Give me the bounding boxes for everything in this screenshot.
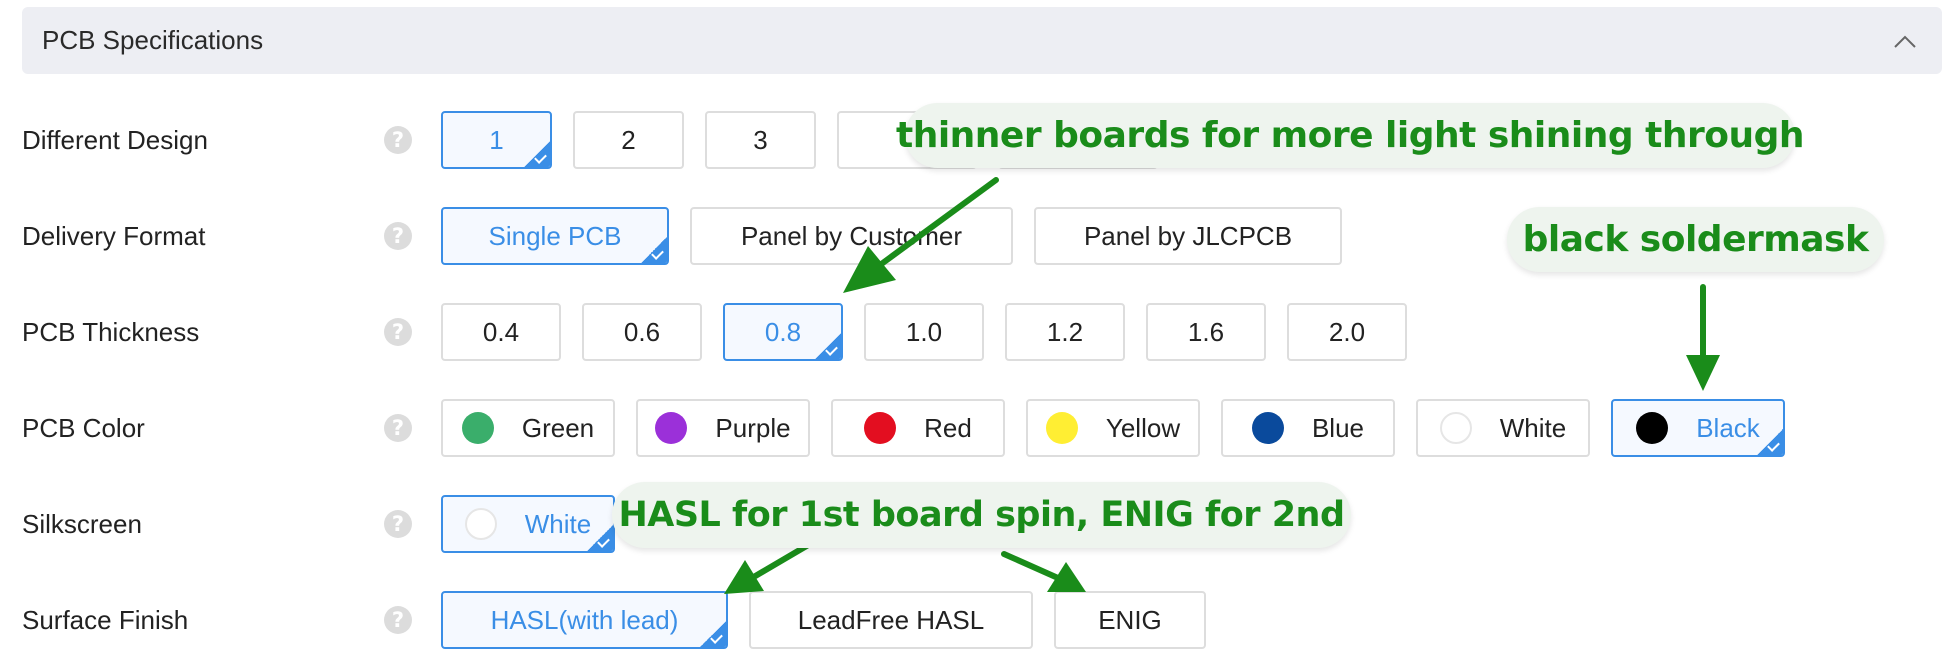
option-color-green[interactable]: Green: [441, 399, 615, 457]
option-label: Red: [924, 412, 972, 443]
row-label: Surface Finish: [22, 605, 189, 635]
option-label: 2.0: [1328, 316, 1366, 347]
option-group: White: [441, 495, 636, 553]
option-label: HASL(with lead): [490, 604, 679, 635]
option-label: Yellow: [1105, 412, 1181, 443]
row-label: Different Design: [22, 125, 208, 155]
option-leadfree-hasl[interactable]: LeadFree HASL: [749, 591, 1033, 649]
annotation-text: thinner boards for more light shining th…: [896, 115, 1805, 156]
option-thickness-1.2[interactable]: 1.2: [1005, 303, 1125, 361]
option-label: Single PCB: [488, 220, 622, 251]
option-group: 0.4 0.6 0.8 1.0 1.2 1.6 2.0: [441, 303, 1428, 361]
option-color-yellow[interactable]: Yellow: [1026, 399, 1200, 457]
question-circle-icon[interactable]: ?: [384, 318, 412, 346]
option-label: 1.2: [1046, 316, 1084, 347]
option-label: Blue: [1311, 412, 1365, 443]
option-label: Purple: [715, 412, 791, 443]
option-color-purple[interactable]: Purple: [636, 399, 810, 457]
option-color-red[interactable]: Red: [831, 399, 1005, 457]
check-corner-icon: [640, 236, 667, 263]
option-label: Panel by Customer: [740, 220, 963, 251]
option-silkscreen-white[interactable]: White: [441, 495, 615, 553]
option-hasl-with-lead[interactable]: HASL(with lead): [441, 591, 728, 649]
row-label: PCB Color: [22, 413, 145, 443]
color-swatch: [461, 412, 494, 444]
option-color-white[interactable]: White: [1416, 399, 1590, 457]
arrow-to-enig: [1001, 551, 1086, 592]
option-thickness-0.6[interactable]: 0.6: [582, 303, 702, 361]
option-label: ENIG: [1098, 604, 1162, 635]
option-design-3[interactable]: 3: [705, 111, 816, 169]
option-label: 1: [489, 124, 504, 155]
option-label: White: [1499, 412, 1567, 443]
option-label: 0.6: [623, 316, 661, 347]
option-label: LeadFree HASL: [797, 604, 985, 635]
row-surface-finish: Surface Finish ? HASL(with lead) LeadFre…: [0, 590, 1946, 650]
row-pcb-color: PCB Color ? Green Purple Red Yellow Blue…: [0, 398, 1946, 458]
row-label: Silkscreen: [22, 509, 142, 539]
row-pcb-thickness: PCB Thickness ? 0.4 0.6 0.8 1.0 1.2 1.6 …: [0, 302, 1946, 362]
question-circle-icon[interactable]: ?: [384, 222, 412, 250]
option-thickness-0.4[interactable]: 0.4: [441, 303, 561, 361]
question-circle-icon[interactable]: ?: [384, 606, 412, 634]
option-color-blue[interactable]: Blue: [1221, 399, 1395, 457]
option-label: 0.4: [482, 316, 520, 347]
option-color-black[interactable]: Black: [1611, 399, 1785, 457]
option-thickness-1.0[interactable]: 1.0: [864, 303, 984, 361]
check-corner-icon: [699, 620, 726, 647]
option-label: Green: [521, 412, 595, 443]
color-swatch: [1439, 412, 1472, 444]
check-corner-icon: [1756, 428, 1783, 455]
option-label: Panel by JLCPCB: [1083, 220, 1293, 251]
check-corner-icon: [586, 524, 613, 551]
option-thickness-2.0[interactable]: 2.0: [1287, 303, 1407, 361]
question-circle-icon[interactable]: ?: [384, 510, 412, 538]
color-swatch: [1045, 412, 1078, 444]
color-swatch: [1636, 412, 1669, 444]
color-swatch: [1251, 412, 1284, 444]
row-label: PCB Thickness: [22, 317, 200, 347]
option-group: Single PCB Panel by Customer Panel by JL…: [441, 207, 1363, 265]
question-circle-icon[interactable]: ?: [384, 126, 412, 154]
color-swatch: [655, 412, 688, 444]
check-corner-icon: [523, 140, 550, 167]
color-swatch: [464, 508, 497, 540]
option-label: 2: [621, 124, 636, 155]
option-single-pcb[interactable]: Single PCB: [441, 207, 669, 265]
section-title: PCB Specifications: [42, 25, 264, 55]
option-label: 3: [753, 124, 768, 155]
option-label: Black: [1696, 412, 1760, 443]
option-label: White: [524, 508, 592, 539]
question-circle-icon[interactable]: ?: [384, 414, 412, 442]
option-enig[interactable]: ENIG: [1054, 591, 1206, 649]
annotation-color-note: black soldermask: [1507, 207, 1884, 272]
option-group: HASL(with lead) LeadFree HASL ENIG: [441, 591, 1227, 649]
chevron-up-icon[interactable]: [1894, 34, 1916, 48]
annotation-text: HASL for 1st board spin, ENIG for 2nd: [618, 495, 1345, 535]
check-corner-icon: [814, 332, 841, 359]
row-label: Delivery Format: [22, 221, 206, 251]
annotation-text: black soldermask: [1522, 219, 1869, 260]
option-label: 0.8: [764, 316, 802, 347]
option-group: Green Purple Red Yellow Blue White Black: [441, 399, 1806, 457]
option-thickness-1.6[interactable]: 1.6: [1146, 303, 1266, 361]
option-design-2[interactable]: 2: [573, 111, 684, 169]
option-panel-by-customer[interactable]: Panel by Customer: [690, 207, 1013, 265]
annotation-finish-note: HASL for 1st board spin, ENIG for 2nd: [612, 482, 1351, 548]
option-label: 1.6: [1187, 316, 1225, 347]
option-thickness-0.8[interactable]: 0.8: [723, 303, 843, 361]
annotation-thickness-note: thinner boards for more light shining th…: [896, 103, 1805, 168]
option-design-1[interactable]: 1: [441, 111, 552, 169]
option-panel-by-jlcpcb[interactable]: Panel by JLCPCB: [1034, 207, 1342, 265]
option-label: 1.0: [905, 316, 943, 347]
color-swatch: [864, 412, 897, 444]
section-header[interactable]: PCB Specifications: [22, 7, 1942, 74]
